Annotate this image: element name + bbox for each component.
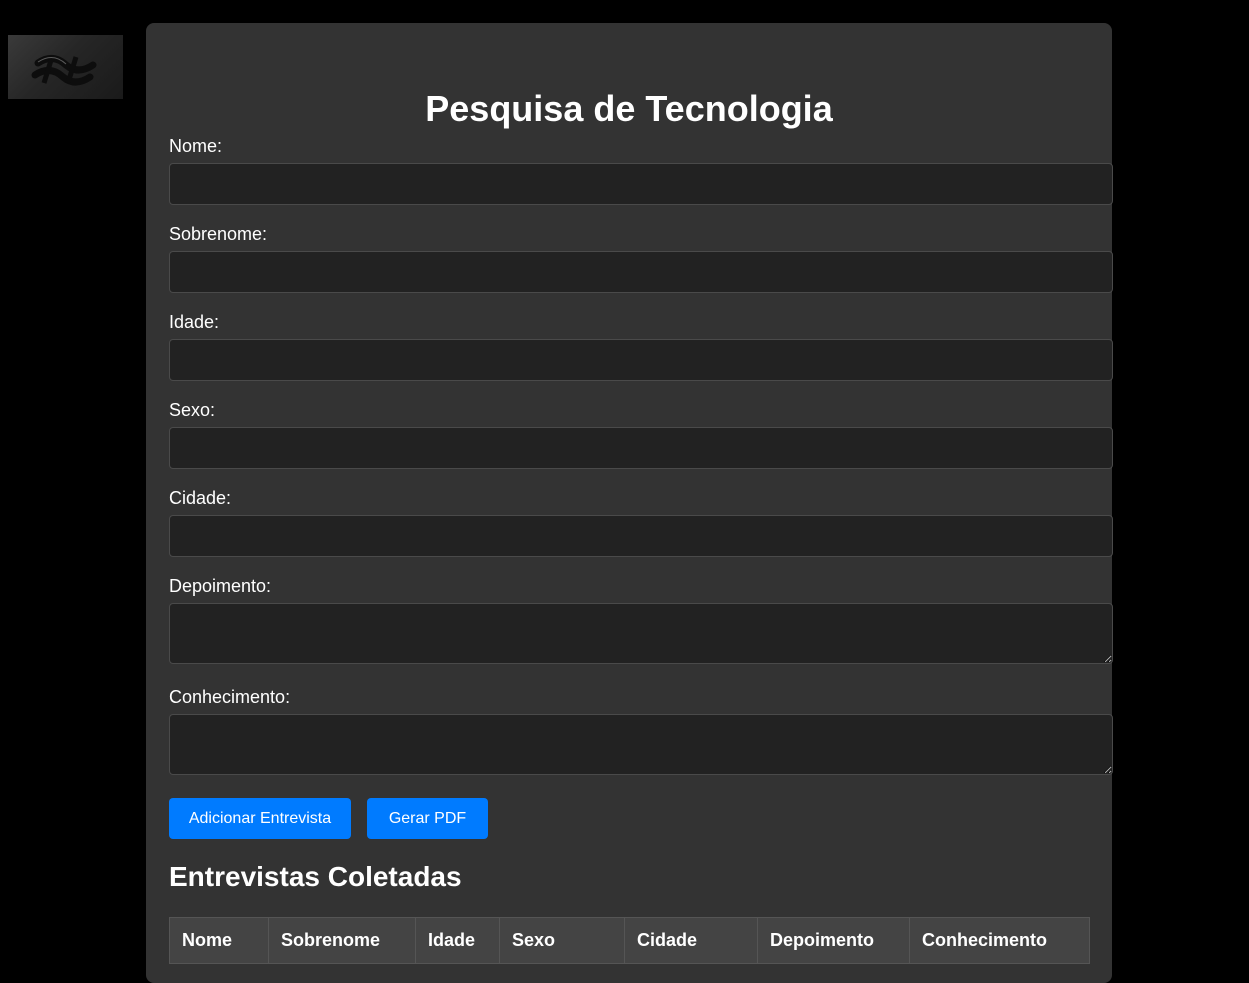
windows-logo-icon xyxy=(31,55,97,86)
nome-input[interactable] xyxy=(169,163,1113,205)
column-header-nome: Nome xyxy=(169,917,269,964)
column-header-sexo: Sexo xyxy=(499,917,625,964)
depoimento-label: Depoimento: xyxy=(169,576,272,596)
cidade-input[interactable] xyxy=(169,515,1113,557)
page-title: Pesquisa de Tecnologia xyxy=(425,88,833,129)
column-header-conhecimento: Conhecimento xyxy=(909,917,1090,964)
generate-pdf-button[interactable]: Gerar PDF xyxy=(367,798,488,839)
depoimento-textarea[interactable] xyxy=(169,603,1113,664)
logo xyxy=(8,35,123,99)
idade-label: Idade: xyxy=(169,312,220,332)
column-header-depoimento: Depoimento xyxy=(757,917,910,964)
conhecimento-label: Conhecimento: xyxy=(169,687,291,707)
sexo-label: Sexo: xyxy=(169,400,216,420)
idade-input[interactable] xyxy=(169,339,1113,381)
cidade-label: Cidade: xyxy=(169,488,232,508)
conhecimento-textarea[interactable] xyxy=(169,714,1113,775)
interviews-table: Nome Sobrenome Idade Sexo Cidade Depoime… xyxy=(169,917,1090,964)
nome-label: Nome: xyxy=(169,136,223,156)
column-header-sobrenome: Sobrenome xyxy=(268,917,416,964)
table-header-row: Nome Sobrenome Idade Sexo Cidade Depoime… xyxy=(169,917,1090,964)
sobrenome-label: Sobrenome: xyxy=(169,224,268,244)
sobrenome-input[interactable] xyxy=(169,251,1113,293)
add-interview-button[interactable]: Adicionar Entrevista xyxy=(169,798,351,839)
column-header-idade: Idade xyxy=(415,917,500,964)
sexo-input[interactable] xyxy=(169,427,1113,469)
column-header-cidade: Cidade xyxy=(624,917,758,964)
results-title: Entrevistas Coletadas xyxy=(169,861,462,892)
survey-panel: Pesquisa de Tecnologia Nome: Sobrenome: … xyxy=(146,23,1113,983)
